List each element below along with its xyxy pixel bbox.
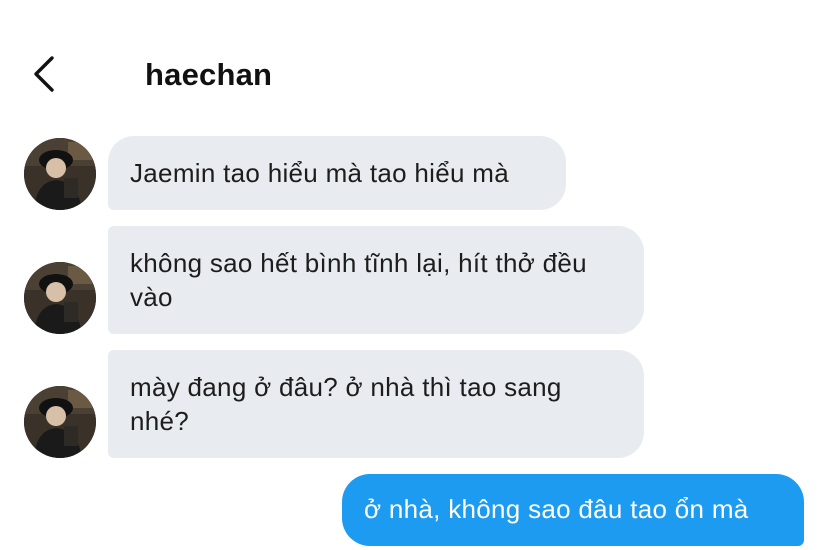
chat-header: haechan xyxy=(0,0,827,130)
back-button[interactable] xyxy=(26,54,66,94)
message-bubble-outgoing[interactable]: ở nhà, không sao đâu tao ổn mà xyxy=(342,474,804,546)
avatar[interactable] xyxy=(24,262,96,334)
message-bubble-incoming[interactable]: mày đang ở đâu? ở nhà thì tao sang nhé? xyxy=(108,350,644,458)
message-bubble-incoming[interactable]: không sao hết bình tĩnh lại, hít thở đều… xyxy=(108,226,644,334)
message-text: mày đang ở đâu? ở nhà thì tao sang nhé? xyxy=(130,372,562,436)
message-text: ở nhà, không sao đâu tao ổn mà xyxy=(364,494,749,524)
chevron-left-icon xyxy=(34,56,54,92)
contact-name[interactable]: haechan xyxy=(145,57,272,93)
message-text: không sao hết bình tĩnh lại, hít thở đều… xyxy=(130,248,587,312)
avatar[interactable] xyxy=(24,386,96,458)
message-bubble-incoming[interactable]: Jaemin tao hiểu mà tao hiểu mà xyxy=(108,136,566,210)
avatar[interactable] xyxy=(24,138,96,210)
message-text: Jaemin tao hiểu mà tao hiểu mà xyxy=(130,158,509,188)
